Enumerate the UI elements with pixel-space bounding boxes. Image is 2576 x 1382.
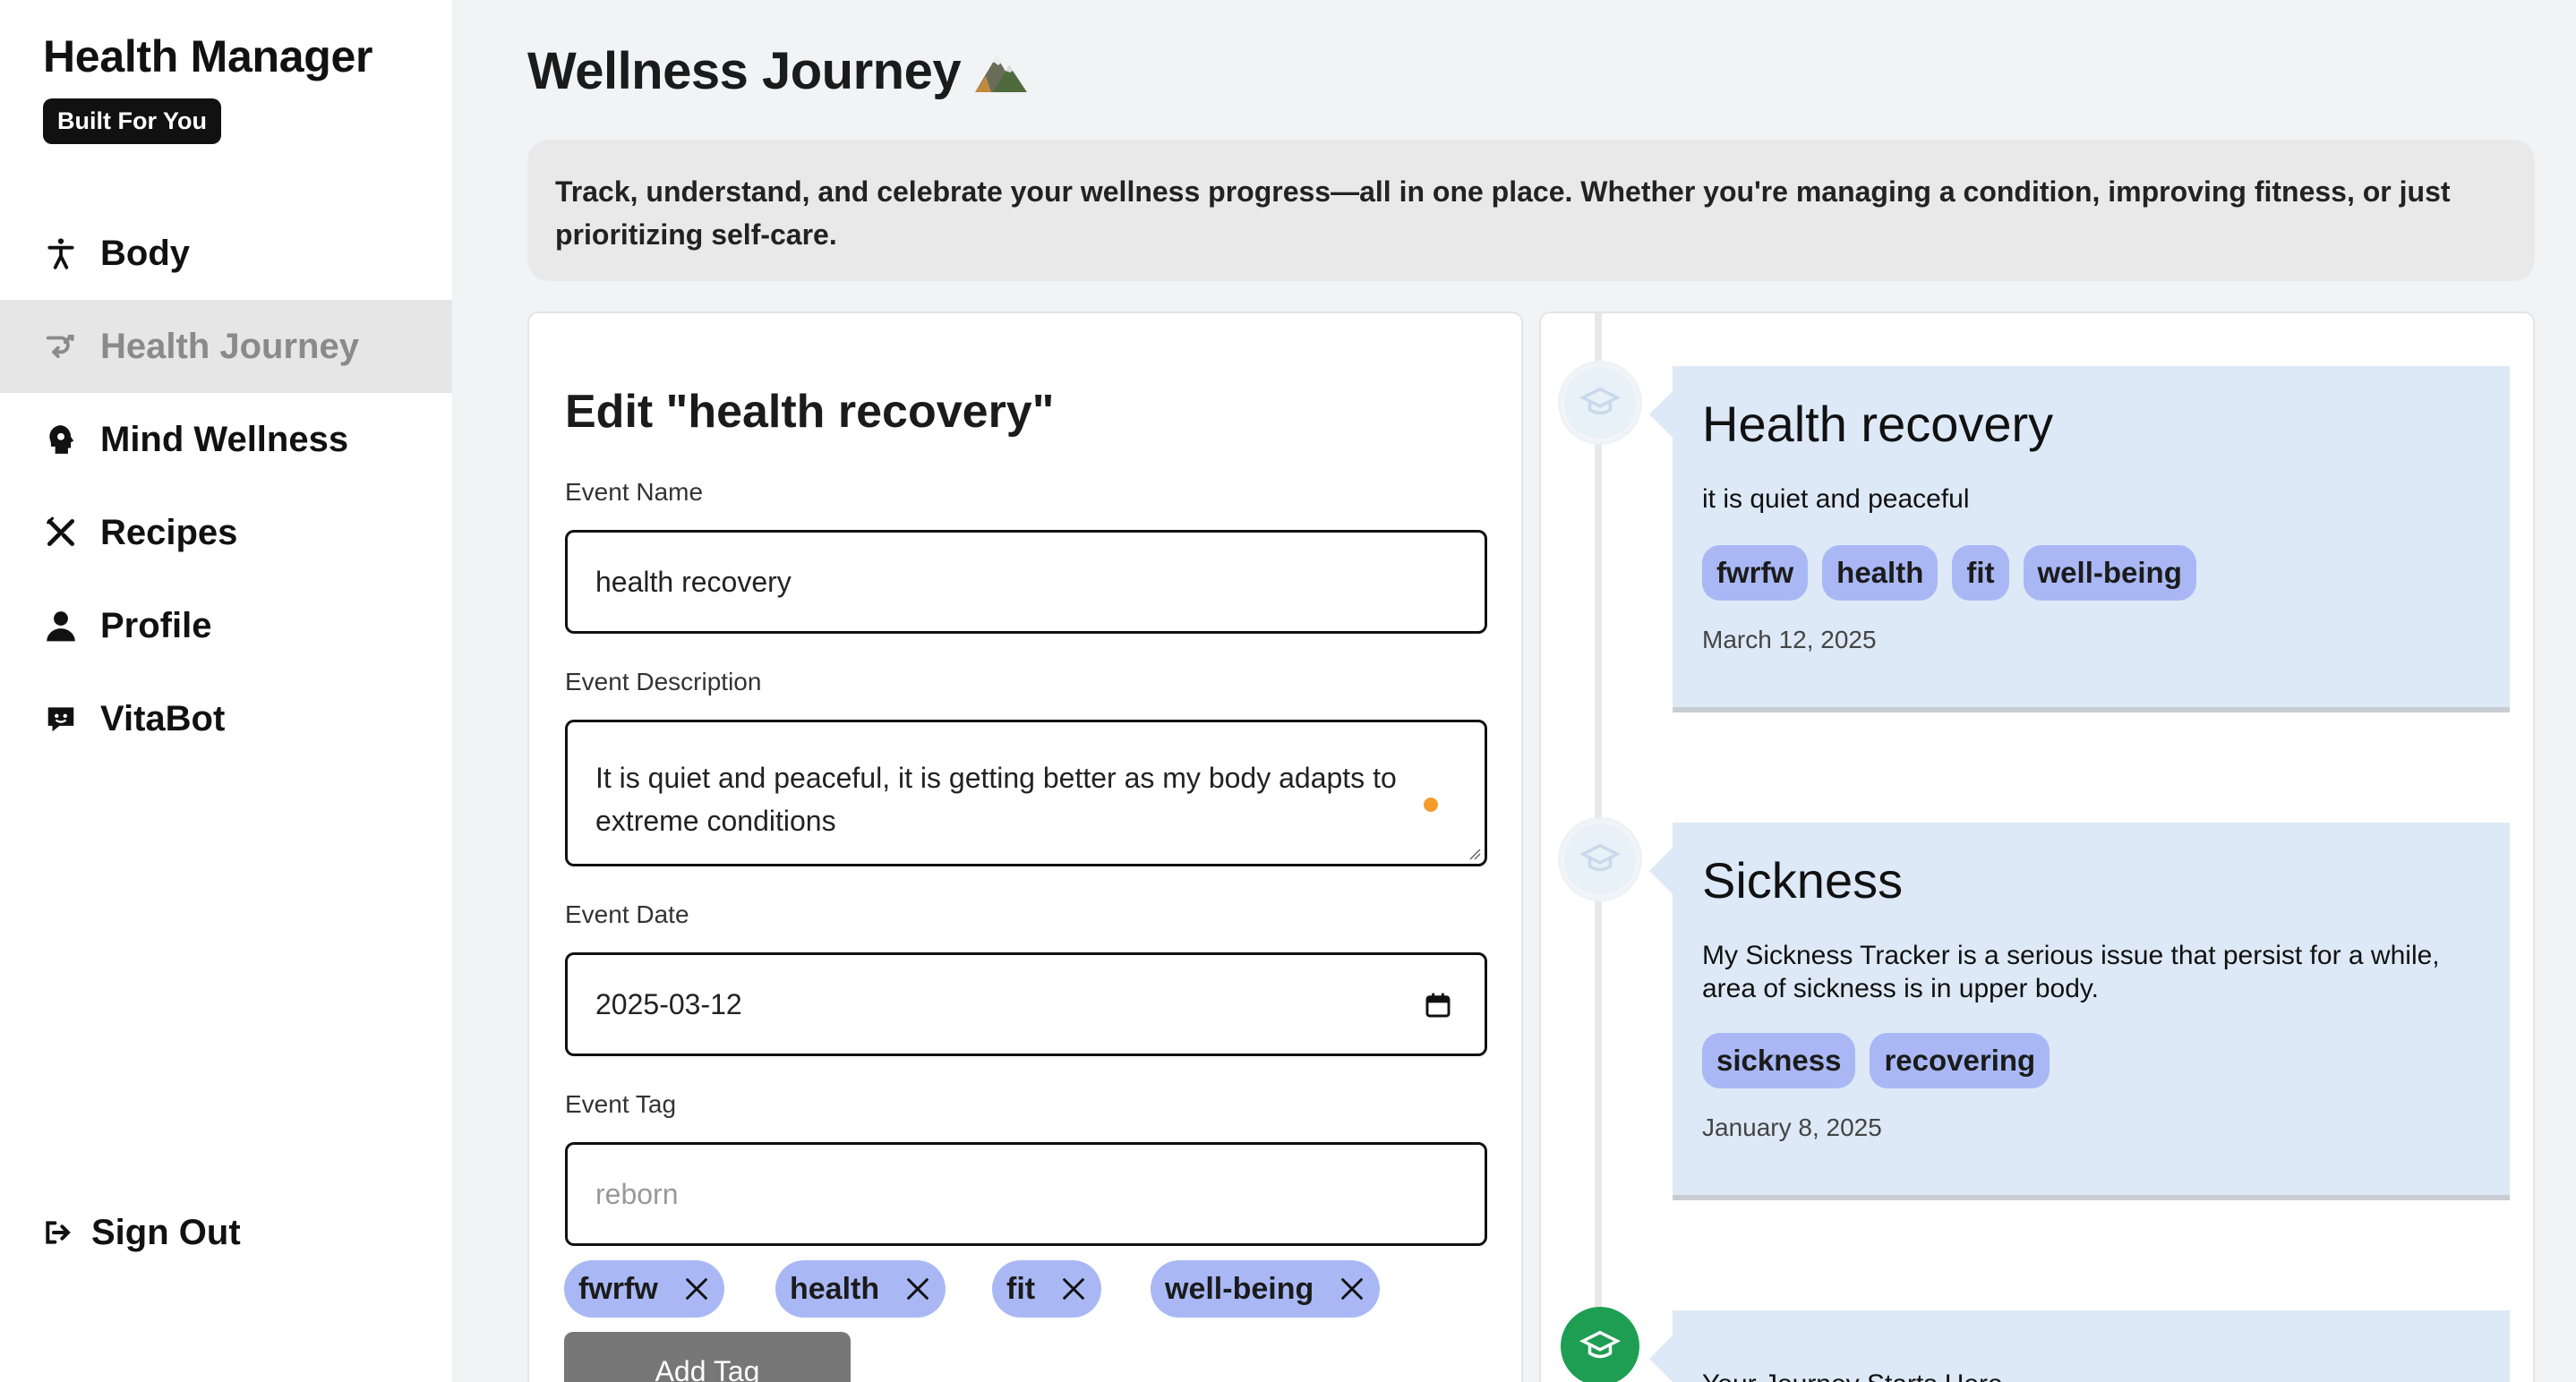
event-tag: fit [1952,545,2009,601]
timeline-event-card[interactable]: Health recovery it is quiet and peaceful… [1649,366,2510,712]
tag-chip-label: fit [1006,1271,1036,1306]
tag-chip-label: well-being [1165,1271,1314,1306]
head-icon [43,422,79,457]
event-date-value: 2025-03-12 [595,987,742,1020]
remove-tag-icon[interactable] [1060,1275,1087,1302]
calendar-icon[interactable] [1424,991,1452,1019]
remove-tag-icon[interactable] [683,1275,710,1302]
graduation-cap-icon [1579,843,1621,872]
event-tag: well-being [2023,545,2196,601]
tag-chip-health: health [775,1260,946,1318]
focus-indicator [1424,798,1438,812]
sign-out-icon [43,1218,73,1249]
sign-out-button[interactable]: Sign Out [43,1213,241,1253]
sign-out-label: Sign Out [91,1213,241,1252]
tag-chip-fwrfw: fwrfw [564,1260,724,1318]
event-description-label: Event Description [565,668,762,695]
sidebar-item-label: Recipes [100,512,238,552]
sidebar-item-vitabot[interactable]: VitaBot [0,672,452,765]
graduation-cap-icon [1579,1330,1621,1359]
sidebar-item-label: Health Journey [100,326,359,366]
brand-badge: Built For You [43,98,221,144]
timeline-node-start [1561,1307,1639,1382]
event-date: January 8, 2025 [1702,1113,1882,1141]
utensils-icon [43,515,79,550]
event-tag: sickness [1702,1033,1856,1088]
event-name-input[interactable]: health recovery [565,530,1487,634]
timeline-node [1561,820,1639,899]
add-tag-button[interactable]: Add Tag [564,1332,851,1382]
user-icon [43,608,79,644]
resize-grip-icon[interactable] [1467,846,1481,860]
tag-chip-label: fwrfw [578,1271,658,1306]
sidebar-item-label: Body [100,233,190,273]
event-title: Sickness [1702,852,1904,909]
journey-icon [43,328,79,364]
event-tags: fwrfw health fit well-being [1702,545,2196,601]
event-date-input[interactable]: 2025-03-12 [565,952,1487,1056]
event-tags: sickness recovering [1702,1033,2050,1088]
event-description: My Sickness Tracker is a serious issue t… [1702,941,2440,1003]
event-tag: recovering [1870,1033,2050,1088]
timeline-start-card[interactable]: Your Journey Starts Here [1649,1310,2510,1382]
event-description: it is quiet and peaceful [1702,484,1970,514]
remove-tag-icon[interactable] [904,1275,931,1302]
event-tag-placeholder: reborn [595,1177,679,1210]
mountain-icon [975,55,1028,92]
sidebar-item-recipes[interactable]: Recipes [0,486,452,579]
event-title: Health recovery [1702,396,2054,452]
tag-chip-fit: fit [992,1260,1102,1318]
remove-tag-icon[interactable] [1339,1275,1365,1302]
event-date-label: Event Date [565,900,689,928]
timeline-event-card[interactable]: Sickness My Sickness Tracker is a seriou… [1649,823,2510,1200]
event-name-label: Event Name [565,478,704,506]
sidebar-item-profile[interactable]: Profile [0,579,452,672]
start-card-title: Your Journey Starts Here [1702,1368,2481,1382]
event-tag-label: Event Tag [565,1090,677,1118]
event-name-value: health recovery [595,565,792,598]
tag-chip-well-being: well-being [1151,1260,1381,1318]
edit-event-form: Edit "health recovery" Event Name health… [527,311,1523,1382]
tag-chip-label: health [790,1271,880,1306]
form-title: Edit "health recovery" [565,386,1055,438]
person-icon [43,235,79,271]
intro-description: Track, understand, and celebrate your we… [527,140,2535,281]
sidebar-item-mind-wellness[interactable]: Mind Wellness [0,393,452,486]
app-title: Health Manager [43,31,373,81]
event-date: March 12, 2025 [1702,626,1877,653]
graduation-cap-icon [1579,387,1621,415]
page-title-text: Wellness Journey [527,42,962,100]
event-description-textarea[interactable]: It is quiet and peaceful, it is getting … [565,720,1487,866]
page-title: Wellness Journey [527,41,1029,101]
timeline-node [1561,363,1639,442]
sidebar-item-label: Profile [100,605,212,645]
sidebar-item-label: Mind Wellness [100,419,349,459]
chat-bot-icon [43,701,79,737]
sidebar-item-health-journey[interactable]: Health Journey [0,300,452,393]
event-tag: health [1822,545,1938,601]
sidebar-item-label: VitaBot [100,698,226,738]
sidebar: Health Manager Built For You Body Health… [0,0,452,1382]
event-tag-input[interactable]: reborn [565,1142,1487,1246]
sidebar-item-body[interactable]: Body [0,207,452,300]
event-tag: fwrfw [1702,545,1809,601]
event-description-value: It is quiet and peaceful, it is getting … [595,762,1397,837]
